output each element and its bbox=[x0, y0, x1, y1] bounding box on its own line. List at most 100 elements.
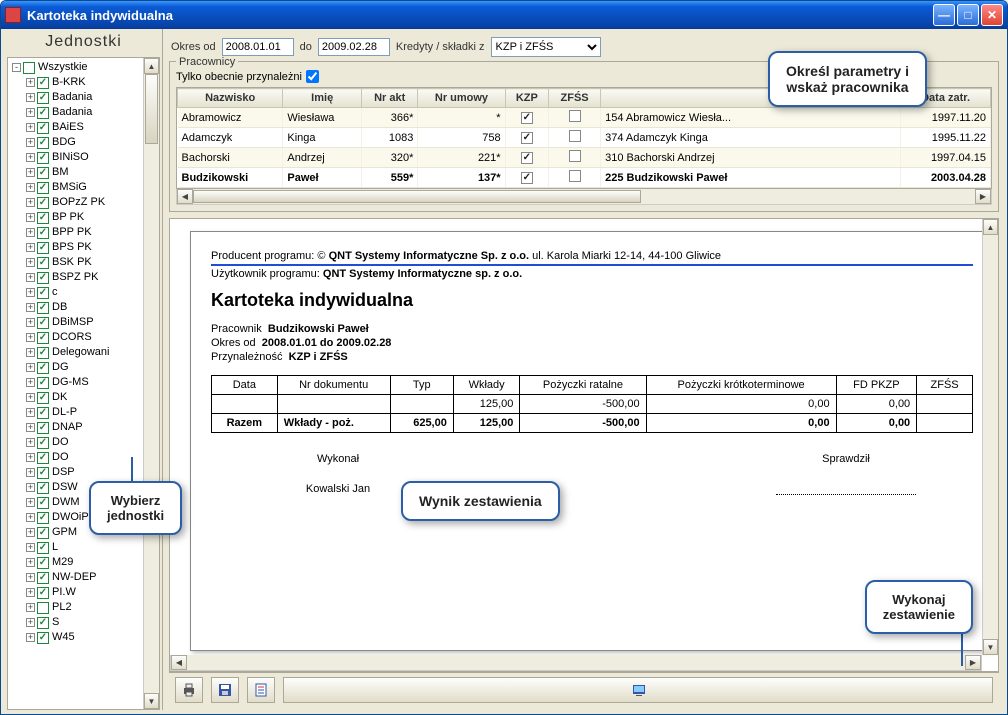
tree-checkbox[interactable]: ✓ bbox=[37, 617, 49, 629]
tree-checkbox[interactable]: ✓ bbox=[37, 317, 49, 329]
table-row[interactable]: AbramowiczWiesława366**✓154 Abramowicz W… bbox=[178, 108, 991, 128]
tree-checkbox[interactable]: ✓ bbox=[37, 242, 49, 254]
grid-header[interactable]: KZP bbox=[505, 89, 548, 108]
tree-item[interactable]: +✓DSP bbox=[10, 465, 159, 480]
tree-item[interactable]: +✓DB bbox=[10, 300, 159, 315]
scroll-down-icon[interactable]: ▼ bbox=[983, 639, 998, 655]
tree-item[interactable]: +✓BPP PK bbox=[10, 225, 159, 240]
tree-checkbox[interactable]: ✓ bbox=[37, 602, 49, 614]
tree-item[interactable]: +✓B-KRK bbox=[10, 75, 159, 90]
report-vscroll[interactable]: ▲ ▼ bbox=[982, 219, 998, 655]
grid-header[interactable]: ZFŚS bbox=[549, 89, 601, 108]
tree-expand-icon[interactable]: + bbox=[26, 348, 35, 357]
tree-expand-icon[interactable]: + bbox=[26, 198, 35, 207]
grid-header[interactable]: Imię bbox=[283, 89, 362, 108]
tree-expand-icon[interactable]: + bbox=[26, 558, 35, 567]
tree-checkbox[interactable]: ✓ bbox=[37, 497, 49, 509]
tree-scrollbar[interactable]: ▲ ▼ bbox=[143, 58, 159, 709]
tree-checkbox[interactable]: ✓ bbox=[37, 197, 49, 209]
tree-expand-icon[interactable]: + bbox=[26, 243, 35, 252]
run-report-button[interactable] bbox=[283, 677, 993, 703]
tree-item[interactable]: +✓DG-MS bbox=[10, 375, 159, 390]
tree-expand-icon[interactable]: + bbox=[26, 423, 35, 432]
minimize-button[interactable]: — bbox=[933, 4, 955, 26]
preview-button[interactable] bbox=[247, 677, 275, 703]
tree-checkbox[interactable]: ✓ bbox=[37, 437, 49, 449]
tree-checkbox[interactable]: ✓ bbox=[37, 347, 49, 359]
tree-item[interactable]: +✓Delegowani bbox=[10, 345, 159, 360]
tree-expand-icon[interactable]: + bbox=[26, 333, 35, 342]
tree-item[interactable]: +✓Badania bbox=[10, 90, 159, 105]
tree-expand-icon[interactable]: + bbox=[26, 363, 35, 372]
okres-do-input[interactable] bbox=[318, 38, 390, 56]
tree-expand-icon[interactable]: + bbox=[26, 378, 35, 387]
tree-checkbox[interactable]: ✓ bbox=[37, 302, 49, 314]
tree-item[interactable]: +✓BDG bbox=[10, 135, 159, 150]
tree-expand-icon[interactable]: + bbox=[26, 228, 35, 237]
grid-header[interactable]: Nr akt bbox=[362, 89, 418, 108]
tree-expand-icon[interactable]: + bbox=[26, 573, 35, 582]
tree-collapse-icon[interactable]: - bbox=[12, 63, 21, 72]
tree-expand-icon[interactable]: + bbox=[26, 513, 35, 522]
only-members-checkbox[interactable] bbox=[306, 70, 319, 83]
tree-item[interactable]: +✓BAiES bbox=[10, 120, 159, 135]
tree-expand-icon[interactable]: + bbox=[26, 273, 35, 282]
scroll-right-icon[interactable]: ▶ bbox=[975, 189, 991, 204]
tree-item[interactable]: +✓DO bbox=[10, 450, 159, 465]
tree-expand-icon[interactable]: + bbox=[26, 93, 35, 102]
tree-expand-icon[interactable]: + bbox=[26, 183, 35, 192]
tree-checkbox[interactable]: ✓ bbox=[37, 407, 49, 419]
tree-expand-icon[interactable]: + bbox=[26, 123, 35, 132]
tree-expand-icon[interactable]: + bbox=[26, 528, 35, 537]
tree-expand-icon[interactable]: + bbox=[26, 618, 35, 627]
grid-hscroll[interactable]: ◀ ▶ bbox=[176, 189, 992, 205]
tree-item[interactable]: +✓c bbox=[10, 285, 159, 300]
tree-item[interactable]: +✓W45 bbox=[10, 630, 159, 645]
tree-checkbox[interactable]: ✓ bbox=[37, 632, 49, 644]
scroll-right-icon[interactable]: ▶ bbox=[965, 655, 981, 670]
scroll-down-icon[interactable]: ▼ bbox=[144, 693, 159, 709]
tree-checkbox[interactable]: ✓ bbox=[37, 392, 49, 404]
tree-item[interactable]: +✓S bbox=[10, 615, 159, 630]
tree-item[interactable]: +✓BM bbox=[10, 165, 159, 180]
units-tree[interactable]: -✓Wszystkie+✓B-KRK+✓Badania+✓Badania+✓BA… bbox=[7, 57, 160, 710]
tree-root-label[interactable]: Wszystkie bbox=[38, 60, 88, 75]
tree-item[interactable]: +✓DO bbox=[10, 435, 159, 450]
print-button[interactable] bbox=[175, 677, 203, 703]
kredyty-select[interactable]: KZP i ZFŚS bbox=[491, 37, 601, 57]
tree-checkbox[interactable]: ✓ bbox=[37, 92, 49, 104]
tree-checkbox[interactable]: ✓ bbox=[37, 482, 49, 494]
tree-checkbox[interactable]: ✓ bbox=[37, 287, 49, 299]
grid-header[interactable]: Nazwisko bbox=[178, 89, 283, 108]
tree-expand-icon[interactable]: + bbox=[26, 78, 35, 87]
tree-expand-icon[interactable]: + bbox=[26, 468, 35, 477]
tree-item[interactable]: +✓BSPZ PK bbox=[10, 270, 159, 285]
tree-item[interactable]: +✓DL-P bbox=[10, 405, 159, 420]
tree-item[interactable]: +✓DG bbox=[10, 360, 159, 375]
tree-checkbox[interactable]: ✓ bbox=[37, 122, 49, 134]
tree-checkbox[interactable]: ✓ bbox=[37, 272, 49, 284]
tree-checkbox[interactable]: ✓ bbox=[37, 107, 49, 119]
tree-expand-icon[interactable]: + bbox=[26, 258, 35, 267]
tree-expand-icon[interactable]: + bbox=[26, 138, 35, 147]
tree-expand-icon[interactable]: + bbox=[26, 483, 35, 492]
tree-item[interactable]: +✓BP PK bbox=[10, 210, 159, 225]
tree-checkbox[interactable]: ✓ bbox=[37, 587, 49, 599]
table-row[interactable]: BachorskiAndrzej320*221*✓310 Bachorski A… bbox=[178, 148, 991, 168]
tree-checkbox[interactable]: ✓ bbox=[23, 62, 35, 74]
tree-checkbox[interactable]: ✓ bbox=[37, 182, 49, 194]
scrollbar-thumb[interactable] bbox=[145, 74, 158, 144]
tree-item[interactable]: +✓DBiMSP bbox=[10, 315, 159, 330]
grid-header[interactable]: Nr umowy bbox=[418, 89, 505, 108]
tree-expand-icon[interactable]: + bbox=[26, 288, 35, 297]
tree-checkbox[interactable]: ✓ bbox=[37, 542, 49, 554]
tree-item[interactable]: +✓L bbox=[10, 540, 159, 555]
table-row[interactable]: AdamczykKinga1083758✓374 Adamczyk Kinga1… bbox=[178, 128, 991, 148]
tree-item[interactable]: +✓PI.W bbox=[10, 585, 159, 600]
tree-item[interactable]: +✓DK bbox=[10, 390, 159, 405]
tree-checkbox[interactable]: ✓ bbox=[37, 332, 49, 344]
tree-item[interactable]: +✓BINiSO bbox=[10, 150, 159, 165]
tree-item[interactable]: +✓BOPzZ PK bbox=[10, 195, 159, 210]
tree-checkbox[interactable]: ✓ bbox=[37, 137, 49, 149]
hscroll-thumb[interactable] bbox=[193, 190, 641, 203]
